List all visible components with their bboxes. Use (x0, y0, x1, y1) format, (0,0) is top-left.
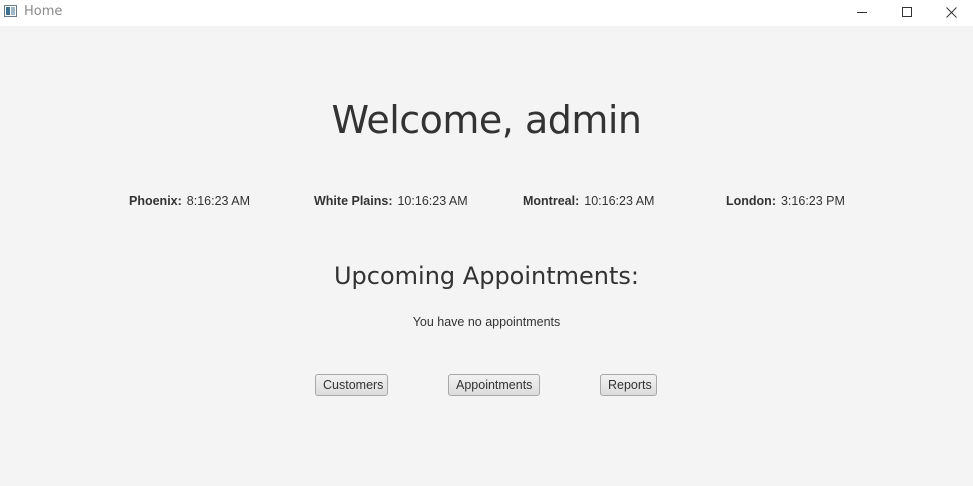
minimize-button[interactable] (839, 0, 884, 24)
clock-london: London: 3:16:23 PM (726, 194, 845, 208)
clock-time: 8:16:23 AM (186, 194, 251, 208)
reports-button[interactable]: Reports (600, 374, 657, 396)
window-title: Home (24, 4, 63, 19)
clock-phoenix: Phoenix: 8:16:23 AM (129, 194, 250, 208)
home-content: Welcome, admin Phoenix: 8:16:23 AM White … (0, 26, 973, 486)
close-button[interactable] (929, 0, 973, 24)
upcoming-appointments-heading: Upcoming Appointments: (333, 262, 639, 290)
clock-city-label: White Plains: (314, 194, 393, 208)
clock-white-plains: White Plains: 10:16:23 AM (314, 194, 468, 208)
minimize-icon (856, 12, 867, 13)
clock-time: 3:16:23 PM (780, 194, 845, 208)
clock-time: 10:16:23 AM (584, 194, 655, 208)
maximize-button[interactable] (884, 0, 929, 24)
customers-button[interactable]: Customers (315, 374, 388, 396)
welcome-heading: Welcome, admin (331, 98, 642, 142)
clock-city-label: Montreal: (523, 194, 580, 208)
clock-montreal: Montreal: 10:16:23 AM (523, 194, 654, 208)
clock-city-label: London: (726, 194, 776, 208)
maximize-icon (901, 7, 912, 17)
no-appointments-message: You have no appointments (412, 315, 561, 329)
close-icon (946, 6, 957, 18)
window-titlebar: Home (0, 0, 973, 26)
java-app-icon (4, 4, 17, 17)
appointments-button[interactable]: Appointments (448, 374, 540, 396)
clock-time: 10:16:23 AM (397, 194, 468, 208)
clock-city-label: Phoenix: (129, 194, 182, 208)
